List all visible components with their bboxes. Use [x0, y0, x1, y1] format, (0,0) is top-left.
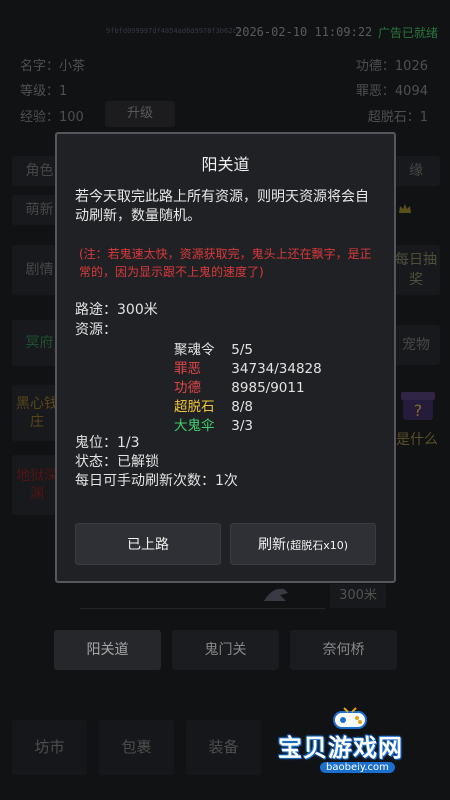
site-watermark: 宝贝游戏网 baobeiy.com: [274, 706, 444, 786]
resource-row: 超脱石 8/8: [174, 395, 253, 415]
resource-value: 5/5: [231, 342, 254, 358]
watermark-name: 宝贝游戏网: [278, 734, 403, 762]
resource-name: 聚魂令: [174, 342, 215, 358]
on-road-button[interactable]: 已上路: [75, 523, 221, 565]
resource-name: 大鬼伞: [174, 418, 215, 434]
refresh-button-label: 刷新: [257, 537, 286, 553]
resource-value: 8/8: [231, 399, 254, 415]
dialog-description: 若今天取完此路上所有资源，则明天资源将会自动刷新，数量随机。: [75, 189, 369, 224]
ghost-slot: 鬼位：1/3: [75, 435, 140, 451]
refresh-button[interactable]: 刷新(超脱石x10): [230, 523, 376, 565]
resource-row: 罪恶 34734/34828: [174, 357, 322, 377]
route-info-dialog: 阳关道 若今天取完此路上所有资源，则明天资源将会自动刷新，数量随机。 (注：若鬼…: [55, 132, 396, 583]
route-distance: 路途：300米: [75, 302, 158, 318]
refresh-cost-label: (超脱石x10): [285, 539, 349, 552]
resource-name: 超脱石: [174, 399, 215, 415]
dialog-title: 阳关道: [201, 155, 250, 174]
resource-row: 功德 8985/9011: [174, 376, 305, 396]
resources-label: 资源：: [75, 322, 117, 338]
resource-row: 聚魂令 5/5: [174, 338, 253, 358]
resource-value: 8985/9011: [231, 380, 305, 396]
dialog-note: (注：若鬼速太快，资源获取完，鬼头上还在飘字，是正常的，因为显示跟不上鬼的速度了…: [79, 247, 372, 279]
route-status: 状态：已解锁: [75, 454, 159, 470]
resource-name: 功德: [174, 380, 201, 396]
resource-value: 3/3: [231, 418, 254, 434]
resource-name: 罪恶: [174, 361, 201, 377]
resource-value: 34734/34828: [231, 361, 322, 377]
refresh-count: 每日可手动刷新次数：1次: [75, 473, 238, 489]
resource-row: 大鬼伞 3/3: [174, 414, 253, 434]
watermark-url: baobeiy.com: [320, 762, 395, 773]
